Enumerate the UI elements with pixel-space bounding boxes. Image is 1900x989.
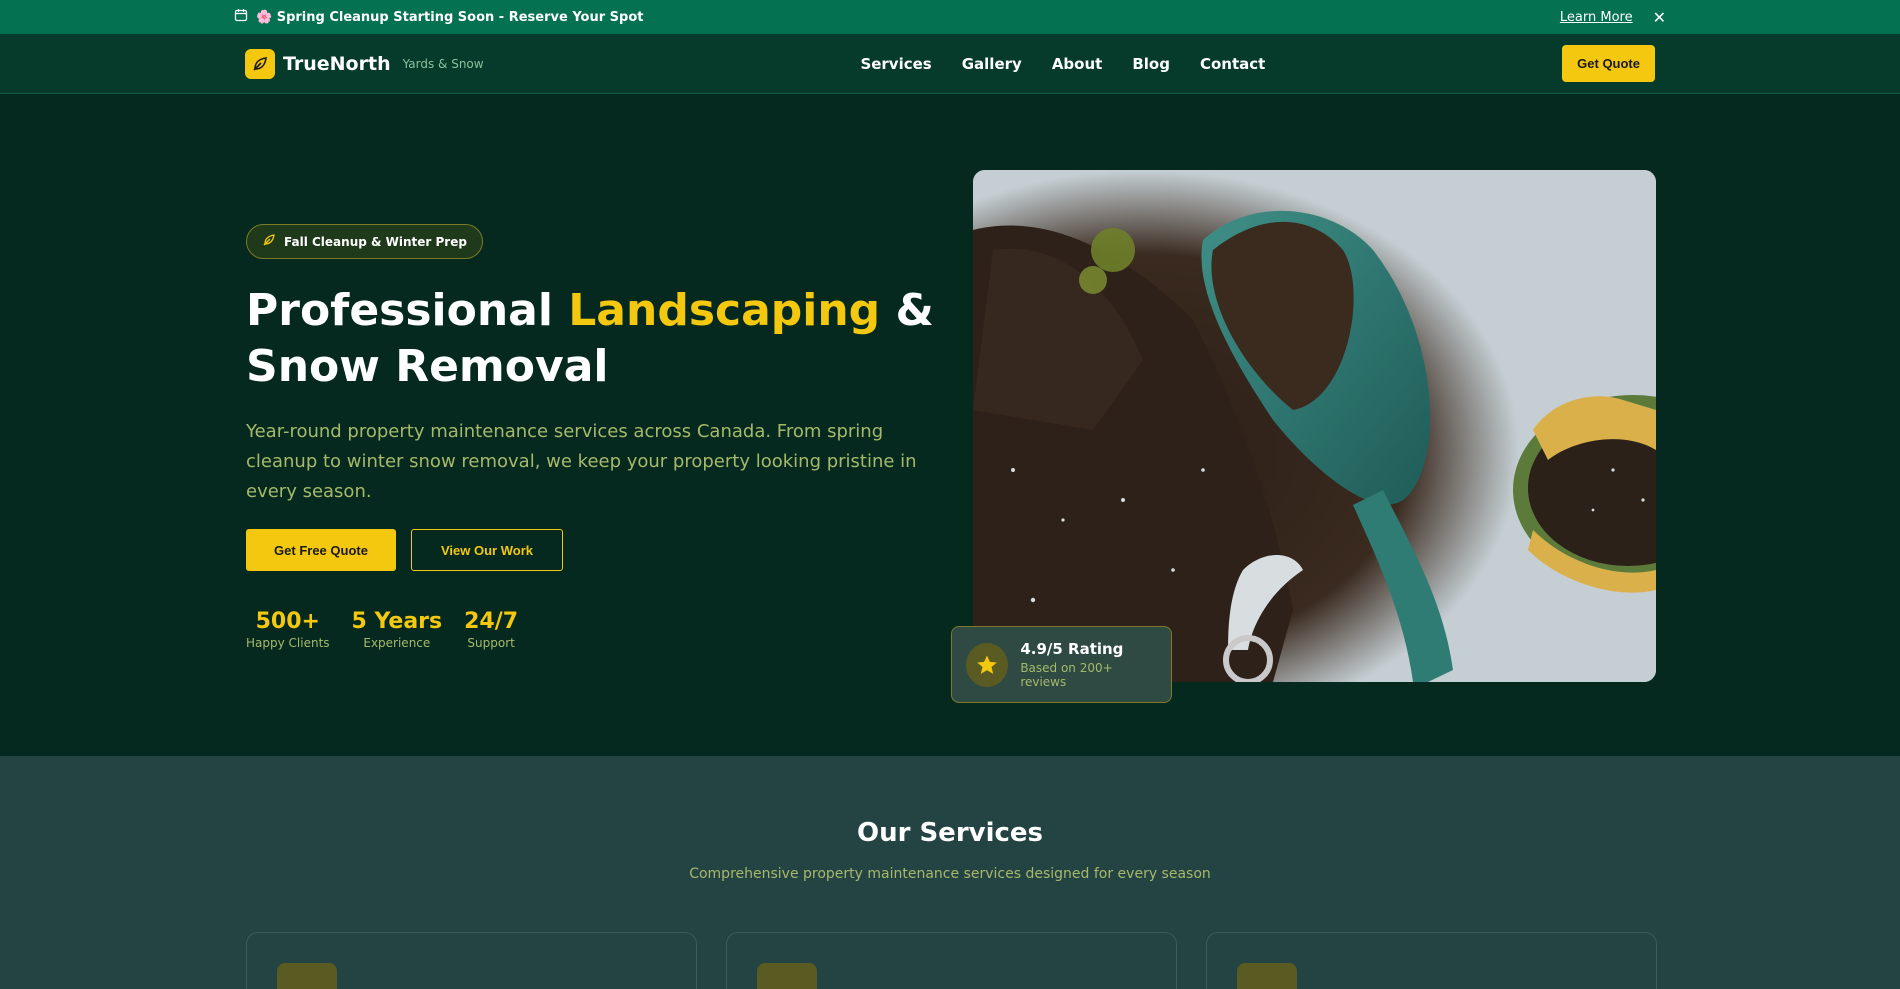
brand-tagline: Yards & Snow — [402, 56, 484, 71]
services-section: Our Services Comprehensive property main… — [0, 756, 1900, 989]
hero-section: Fall Cleanup & Winter Prep Professional … — [0, 94, 1900, 756]
nav-item-blog[interactable]: Blog — [1132, 55, 1170, 73]
stat-label: Support — [467, 636, 515, 650]
announcement-right: Learn More ✕ — [1560, 8, 1666, 27]
main-nav: TrueNorth Yards & Snow Services Gallery … — [0, 34, 1900, 94]
brand-name: TrueNorth — [283, 52, 391, 75]
service-card[interactable] — [246, 932, 697, 989]
headline-accent: Landscaping — [568, 285, 881, 336]
service-image-icon — [277, 963, 337, 989]
brand[interactable]: TrueNorth Yards & Snow — [245, 48, 484, 79]
headline-part-3: Snow Removal — [246, 341, 609, 392]
leaf-icon — [262, 233, 276, 250]
stat-value: 500+ — [255, 609, 320, 634]
rating-title: 4.9/5 Rating — [1020, 640, 1124, 658]
services-title: Our Services — [856, 818, 1044, 848]
leaf-logo-icon — [245, 48, 275, 79]
stat-support: 24/7 Support — [464, 609, 518, 650]
nav-item-gallery[interactable]: Gallery — [962, 55, 1022, 73]
hero-stats: 500+ Happy Clients 5 Years Experience 24… — [246, 609, 946, 650]
stat-clients: 500+ Happy Clients — [246, 609, 330, 650]
announcement-bar: 🌸 Spring Cleanup Starting Soon - Reserve… — [0, 0, 1900, 34]
hero-headline: Professional Landscaping & Snow Removal — [246, 283, 946, 395]
announcement-left: 🌸 Spring Cleanup Starting Soon - Reserve… — [234, 8, 643, 26]
service-image-icon — [1237, 963, 1297, 989]
headline-part-2: & — [880, 285, 934, 336]
service-card[interactable] — [726, 932, 1177, 989]
season-badge: Fall Cleanup & Winter Prep — [246, 224, 483, 259]
star-icon — [966, 642, 1009, 687]
headline-part-1: Professional — [246, 285, 569, 336]
get-free-quote-button[interactable]: Get Free Quote — [246, 529, 396, 571]
service-image-icon — [757, 963, 817, 989]
nav-item-about[interactable]: About — [1052, 55, 1103, 73]
hero-garden-photo — [973, 170, 1656, 682]
rating-card: 4.9/5 Rating Based on 200+ reviews — [951, 626, 1172, 703]
calendar-icon — [234, 8, 248, 26]
nav-menu: Services Gallery About Blog Contact — [860, 55, 1265, 73]
stat-label: Experience — [363, 636, 431, 650]
hero-description: Year-round property maintenance services… — [246, 421, 917, 502]
nav-item-contact[interactable]: Contact — [1200, 55, 1265, 73]
season-badge-label: Fall Cleanup & Winter Prep — [284, 234, 467, 249]
close-icon[interactable]: ✕ — [1653, 8, 1666, 27]
hero-content: Fall Cleanup & Winter Prep Professional … — [246, 224, 946, 650]
nav-item-services[interactable]: Services — [860, 55, 931, 73]
stat-experience: 5 Years Experience — [352, 609, 443, 650]
service-card[interactable] — [1206, 932, 1657, 989]
learn-more-link[interactable]: Learn More — [1560, 10, 1633, 25]
rating-subtitle: Based on 200+ reviews — [1020, 661, 1113, 689]
stat-value: 24/7 — [464, 609, 519, 634]
announcement-text: 🌸 Spring Cleanup Starting Soon - Reserve… — [256, 9, 644, 25]
view-our-work-button[interactable]: View Our Work — [411, 529, 563, 571]
rating-text: 4.9/5 Rating Based on 200+ reviews — [1020, 640, 1157, 689]
stat-value: 5 Years — [351, 609, 443, 634]
hero-cta-row: Get Free Quote View Our Work — [246, 529, 946, 571]
get-quote-button[interactable]: Get Quote — [1562, 45, 1655, 82]
stat-label: Happy Clients — [246, 636, 330, 650]
services-subtitle: Comprehensive property maintenance servi… — [689, 866, 1211, 882]
